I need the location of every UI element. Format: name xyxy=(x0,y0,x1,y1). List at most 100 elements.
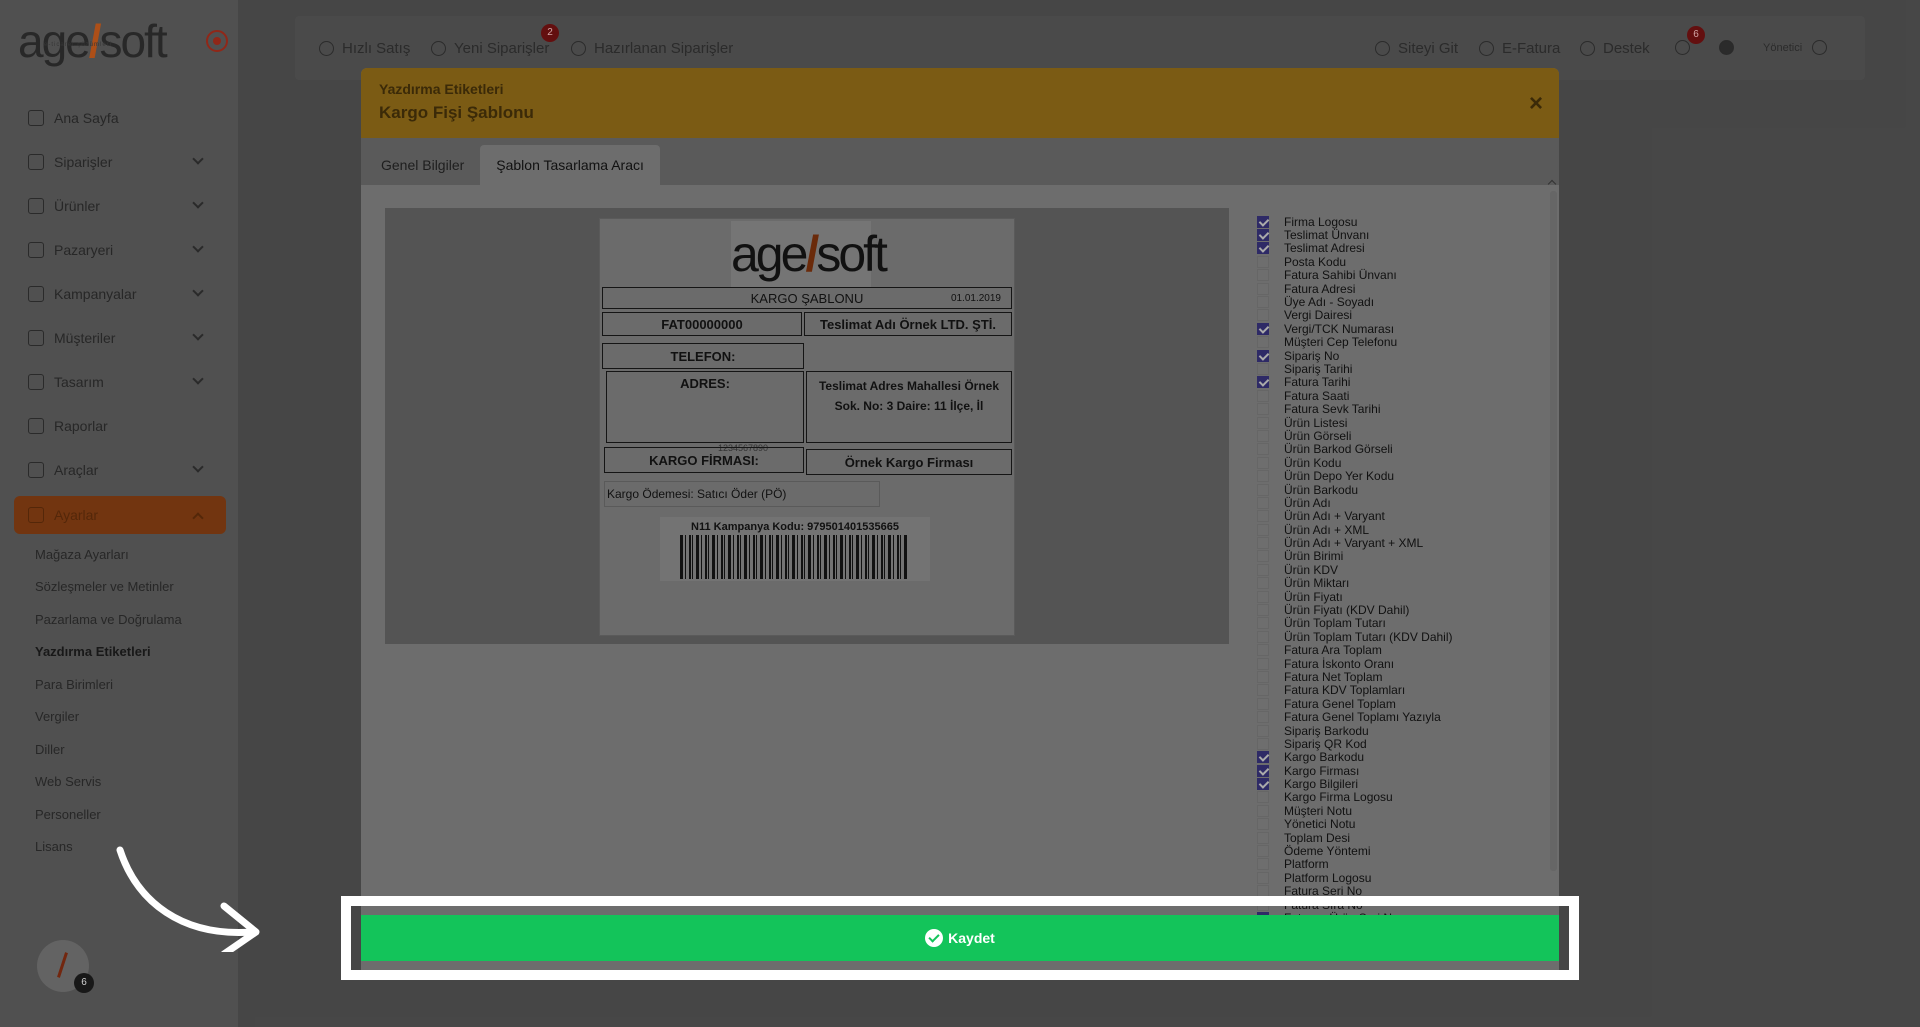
kargo-odemesi-field[interactable]: Kargo Ödemesi: Satıcı Öder (PÖ) xyxy=(604,481,880,507)
checklist-item[interactable]: Sipariş QR Kod xyxy=(1257,737,1537,750)
checkbox[interactable] xyxy=(1257,845,1269,858)
checklist-item[interactable]: Vergi Dairesi xyxy=(1257,309,1537,322)
adres-text-field[interactable]: Teslimat Adres Mahallesi Örnek Sok. No: … xyxy=(806,371,1012,443)
checkbox[interactable] xyxy=(1257,443,1269,456)
checkbox[interactable] xyxy=(1257,456,1269,469)
checkbox[interactable] xyxy=(1257,229,1269,242)
checklist-item[interactable]: Üye Adı - Soyadı xyxy=(1257,295,1537,309)
checkbox[interactable] xyxy=(1257,577,1269,590)
checkbox[interactable] xyxy=(1257,282,1269,295)
checklist-item[interactable]: Ürün Birimi xyxy=(1257,550,1537,563)
fatura-no-field[interactable]: FAT00000000 xyxy=(602,312,802,336)
checkbox[interactable] xyxy=(1257,349,1269,362)
checkbox[interactable] xyxy=(1257,778,1269,791)
checkbox[interactable] xyxy=(1257,322,1269,335)
checklist-item[interactable]: Teslimat Ünvanı xyxy=(1257,228,1537,242)
checkbox[interactable] xyxy=(1257,644,1269,657)
checklist-item[interactable]: Vergi/TCK Numarası xyxy=(1257,322,1537,335)
checklist-item[interactable]: Fatura Adresi xyxy=(1257,282,1537,295)
checkbox[interactable] xyxy=(1257,537,1269,550)
telefon-field[interactable]: TELEFON: xyxy=(602,343,804,369)
checklist-item[interactable]: Fatura KDV Toplamları xyxy=(1257,684,1537,697)
checklist-item[interactable]: Fatura Sahibi Ünvanı xyxy=(1257,269,1537,282)
label-logo[interactable]: age/soft xyxy=(731,221,888,287)
checkbox[interactable] xyxy=(1257,684,1269,697)
checklist-item[interactable]: Fatura İskonto Oranı xyxy=(1257,657,1537,670)
checkbox[interactable] xyxy=(1257,389,1269,402)
checkbox[interactable] xyxy=(1257,737,1269,750)
checkbox[interactable] xyxy=(1257,296,1269,309)
checkbox[interactable] xyxy=(1257,858,1269,871)
checkbox[interactable] xyxy=(1257,563,1269,576)
checkbox[interactable] xyxy=(1257,269,1269,282)
kampanya-barcode-block[interactable]: N11 Kampanya Kodu: 979501401535665 xyxy=(660,517,930,581)
checkbox[interactable] xyxy=(1257,550,1269,563)
checklist-item[interactable]: Sipariş No xyxy=(1257,349,1537,362)
checkbox[interactable] xyxy=(1257,242,1269,255)
kargo-firma-adi[interactable]: Örnek Kargo Firması xyxy=(806,449,1012,475)
checkbox[interactable] xyxy=(1257,724,1269,737)
checklist-item[interactable]: Firma Logosu xyxy=(1257,215,1537,228)
checklist-item[interactable]: Posta Kodu xyxy=(1257,255,1537,268)
checkbox[interactable] xyxy=(1257,483,1269,496)
checkbox[interactable] xyxy=(1257,255,1269,268)
checkbox[interactable] xyxy=(1257,362,1269,375)
checkbox[interactable] xyxy=(1257,590,1269,603)
checklist-item[interactable]: Fatura Ara Toplam xyxy=(1257,644,1537,657)
checkbox[interactable] xyxy=(1257,429,1269,442)
checkbox[interactable] xyxy=(1257,657,1269,670)
checkbox[interactable] xyxy=(1257,215,1269,228)
save-button[interactable]: Kaydet xyxy=(361,915,1559,961)
checklist-item[interactable]: Platform xyxy=(1257,858,1537,871)
checkbox[interactable] xyxy=(1257,804,1269,817)
checkbox[interactable] xyxy=(1257,818,1269,831)
checklist-item[interactable]: Ürün KDV xyxy=(1257,563,1537,576)
checklist-item[interactable]: Fatura Sevk Tarihi xyxy=(1257,402,1537,416)
checkbox[interactable] xyxy=(1257,376,1269,389)
checkbox[interactable] xyxy=(1257,617,1269,630)
kargo-sablonu-header[interactable]: KARGO ŞABLONU 01.01.2019 xyxy=(602,287,1012,309)
close-icon[interactable]: × xyxy=(1529,90,1543,118)
checklist-item[interactable]: Fatura Genel Toplam xyxy=(1257,697,1537,710)
checklist-item[interactable]: Kargo Barkodu xyxy=(1257,751,1537,764)
checklist-item[interactable]: Ürün Görseli xyxy=(1257,429,1537,442)
checklist-item[interactable]: Ürün Listesi xyxy=(1257,416,1537,429)
checkbox[interactable] xyxy=(1257,403,1269,416)
checkbox[interactable] xyxy=(1257,470,1269,483)
checkbox[interactable] xyxy=(1257,630,1269,643)
checkbox[interactable] xyxy=(1257,510,1269,523)
checklist-item[interactable]: Ürün Adı + XML xyxy=(1257,523,1537,536)
checklist-item[interactable]: Ürün Toplam Tutarı xyxy=(1257,617,1537,630)
tab-genel-bilgiler[interactable]: Genel Bilgiler xyxy=(365,145,480,185)
checklist-item[interactable]: Ürün Barkodu xyxy=(1257,483,1537,496)
checkbox[interactable] xyxy=(1257,416,1269,429)
adres-title-field[interactable]: ADRES: xyxy=(606,371,804,443)
checkbox[interactable] xyxy=(1257,496,1269,509)
checklist-item[interactable]: Kargo Bilgileri xyxy=(1257,777,1537,791)
checklist-item[interactable]: Ürün Adı xyxy=(1257,496,1537,509)
checklist-item[interactable]: Sipariş Tarihi xyxy=(1257,362,1537,375)
checklist-item[interactable]: Sipariş Barkodu xyxy=(1257,724,1537,737)
checklist-item[interactable]: Platform Logosu xyxy=(1257,871,1537,884)
checklist-item[interactable]: Ürün Miktarı xyxy=(1257,577,1537,590)
checkbox[interactable] xyxy=(1257,309,1269,322)
checklist-item[interactable]: Ürün Fiyatı (KDV Dahil) xyxy=(1257,603,1537,617)
checklist-item[interactable]: Ürün Adı + Varyant xyxy=(1257,510,1537,523)
checklist-item[interactable]: Fatura Saati xyxy=(1257,389,1537,402)
checklist-item[interactable]: Fatura Genel Toplamı Yazıyla xyxy=(1257,710,1537,724)
checkbox[interactable] xyxy=(1257,871,1269,884)
checkbox[interactable] xyxy=(1257,670,1269,683)
checklist-item[interactable]: Kargo Firması xyxy=(1257,764,1537,777)
checklist-item[interactable]: Ödeme Yöntemi xyxy=(1257,844,1537,858)
teslimat-unvan-field[interactable]: Teslimat Adı Örnek LTD. ŞTİ. xyxy=(804,312,1012,336)
checkbox[interactable] xyxy=(1257,831,1269,844)
checklist-item[interactable]: Teslimat Adresi xyxy=(1257,242,1537,255)
checkbox[interactable] xyxy=(1257,791,1269,804)
checklist-item[interactable]: Ürün Toplam Tutarı (KDV Dahil) xyxy=(1257,630,1537,643)
checklist-item[interactable]: Kargo Firma Logosu xyxy=(1257,791,1537,804)
checklist-item[interactable]: Ürün Barkod Görseli xyxy=(1257,443,1537,456)
checklist-item[interactable]: Ürün Depo Yer Kodu xyxy=(1257,469,1537,483)
checklist-item[interactable]: Ürün Adı + Varyant + XML xyxy=(1257,536,1537,550)
checklist-item[interactable]: Ürün Kodu xyxy=(1257,456,1537,469)
checklist-item[interactable]: Müşteri Notu xyxy=(1257,804,1537,817)
